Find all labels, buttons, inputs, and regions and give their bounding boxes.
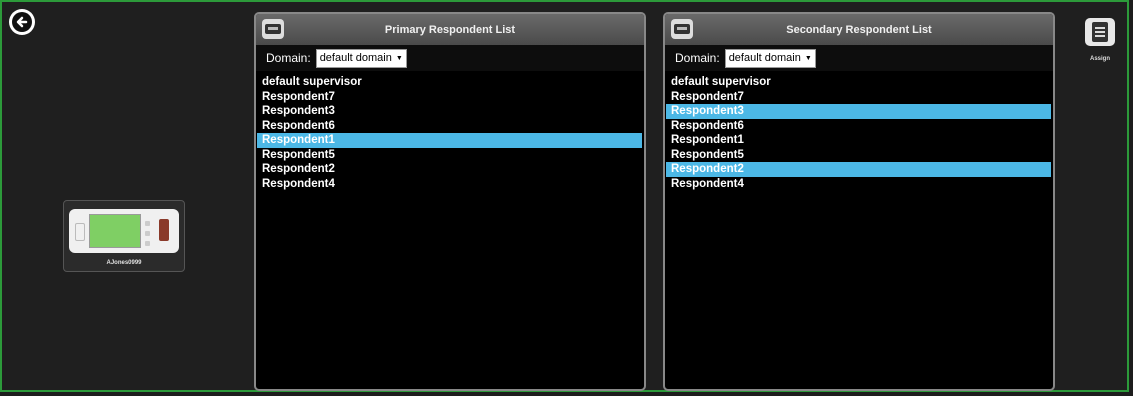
domain-row: Domain: default domain ▼ [665,45,1053,71]
list-item[interactable]: Respondent1 [666,133,1051,148]
device-icon [262,19,284,39]
panel-header: Primary Respondent List [256,14,644,45]
domain-value: default domain [319,52,392,64]
assign-button[interactable] [1085,18,1115,46]
domain-label: Domain: [675,51,720,65]
domain-select[interactable]: default domain ▼ [315,48,407,68]
panel-title: Primary Respondent List [384,23,516,36]
list-item[interactable]: Respondent7 [666,90,1051,105]
domain-select[interactable]: default domain ▼ [724,48,816,68]
list-item[interactable]: Respondent5 [257,148,642,163]
panel-header: Secondary Respondent List [665,14,1053,45]
list-item[interactable]: Respondent3 [257,104,642,119]
list-item[interactable]: Respondent6 [666,119,1051,134]
assign-icon [1092,22,1108,42]
domain-row: Domain: default domain ▼ [256,45,644,71]
secondary-respondent-panel: Secondary Respondent List Domain: defaul… [663,12,1055,391]
list-item[interactable]: Respondent5 [666,148,1051,163]
list-item[interactable]: Respondent2 [666,162,1051,177]
primary-respondent-panel: Primary Respondent List Domain: default … [254,12,646,391]
domain-value: default domain [728,52,801,64]
list-item[interactable]: default supervisor [666,75,1051,90]
pump-device-image [69,209,179,253]
chevron-down-icon: ▼ [804,54,812,62]
device-icon [671,19,693,39]
list-item[interactable]: Respondent2 [257,162,642,177]
list-item[interactable]: Respondent4 [666,177,1051,192]
list-item[interactable]: Respondent3 [666,104,1051,119]
chevron-down-icon: ▼ [395,54,403,62]
list-item[interactable]: Respondent4 [257,177,642,192]
assign-label: Assign [1089,56,1110,62]
list-item[interactable]: Respondent1 [257,133,642,148]
list-item[interactable]: Respondent6 [257,119,642,134]
device-card[interactable]: AJones0999 [63,200,185,272]
device-label: AJones0999 [106,260,142,266]
respondent-list: default supervisor Respondent7 Respondent3… [256,71,644,191]
list-item[interactable]: default supervisor [257,75,642,90]
panel-title: Secondary Respondent List [786,23,932,36]
back-button[interactable] [9,9,35,35]
list-item[interactable]: Respondent7 [257,90,642,105]
domain-label: Domain: [266,51,311,65]
respondent-list: default supervisor Respondent7 Respondent3… [665,71,1053,191]
back-arrow-icon [12,12,32,32]
